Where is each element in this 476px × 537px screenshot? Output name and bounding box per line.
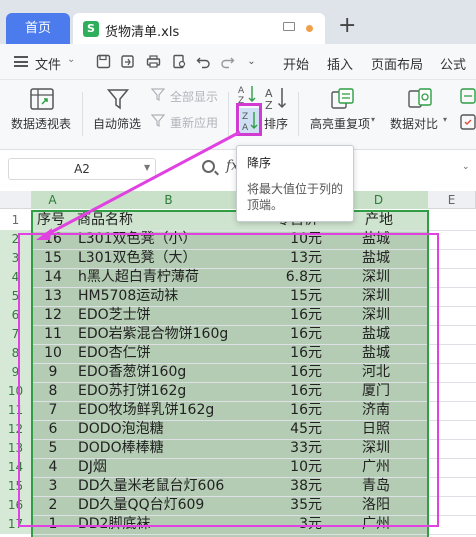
zoom-icon[interactable] [202,160,215,173]
redo-icon[interactable] [220,54,235,69]
file-menu[interactable]: 文件 [35,54,61,73]
row-header[interactable]: 1 [0,211,32,230]
pivot-table-button[interactable]: 数据透视表 [11,115,71,132]
sort-icon[interactable]: A Z [264,86,290,110]
highlight-duplicates-icon[interactable] [330,88,356,110]
save-icon[interactable] [96,54,111,69]
chevron-down-icon[interactable]: ▾ [443,115,447,124]
ribbon-separator [82,92,83,136]
show-all-funnel-icon [151,88,165,101]
funnel-icon[interactable] [107,88,129,110]
print-preview-icon[interactable] [172,54,187,69]
more-chevron-icon[interactable]: ⌄ [244,54,259,69]
chevron-down-icon[interactable]: ▼ [144,163,150,172]
corner-cell[interactable] [0,191,32,209]
column-header-a[interactable]: A [32,191,74,209]
new-tab-button[interactable]: + [338,14,356,38]
monitor-icon[interactable] [283,22,295,31]
hamburger-menu-icon[interactable] [14,56,28,67]
highlight-duplicates-button[interactable]: 高亮重复项 [310,115,370,132]
export-icon[interactable] [120,54,135,69]
annotation-sort-highlight [236,103,262,136]
document-name: 货物清单.xls [105,25,180,40]
sort-ascending-icon[interactable]: A Z [237,84,259,104]
tab-home[interactable]: 首页 [6,13,70,44]
spreadsheet-grid: A B C D E 1序号商品名称零售价产地216L301双色凳（小）10元盐城… [0,188,476,537]
spreadsheet-icon: S [83,21,99,37]
pivot-table-icon[interactable] [30,88,54,110]
annotation-highlight-box [18,233,439,527]
more-tools-icon[interactable] [460,88,476,104]
more-tools-icon-2[interactable] [460,114,476,130]
tooltip-title: 降序 [247,156,272,170]
data-compare-icon[interactable] [407,88,433,110]
chevron-down-icon[interactable]: ⌄ [67,54,75,65]
name-box[interactable]: A2 [8,158,156,180]
reapply-funnel-icon [151,114,165,127]
print-icon[interactable] [146,54,161,69]
sort-button[interactable]: 排序 [264,115,288,132]
show-all-button[interactable]: 全部显示 [170,88,218,105]
chevron-down-icon[interactable]: ▾ [371,115,375,124]
reapply-button[interactable]: 重新应用 [170,114,218,131]
ribbon-separator [228,92,229,136]
auto-filter-button[interactable]: 自动筛选 [93,115,141,132]
menu-bar: 文件 ⌄ ⌄ 开始 插入 页面布局 公式 [0,44,476,80]
undo-icon[interactable] [196,54,211,69]
menu-tab-page-layout[interactable]: 页面布局 [371,54,423,73]
menu-tab-formula[interactable]: 公式 [440,54,466,73]
svg-text:Z: Z [265,99,273,110]
tab-document[interactable]: S 货物清单.xls [73,13,325,44]
menu-tab-insert[interactable]: 插入 [327,54,353,73]
tooltip-description: 将最大值位于列的顶端。 [247,182,344,212]
tab-bar: 首页 S 货物清单.xls + [0,0,476,44]
chevron-down-icon[interactable]: ⌄ [462,162,470,172]
menu-tab-start[interactable]: 开始 [283,54,309,73]
column-header-e[interactable]: E [428,191,476,209]
sort-descending-tooltip: 降序 将最大值位于列的顶端。 [236,145,354,222]
data-compare-button[interactable]: 数据对比 [390,115,438,132]
unsaved-dot-icon [306,25,313,32]
ribbon-separator [298,92,299,136]
svg-text:A: A [238,86,245,96]
